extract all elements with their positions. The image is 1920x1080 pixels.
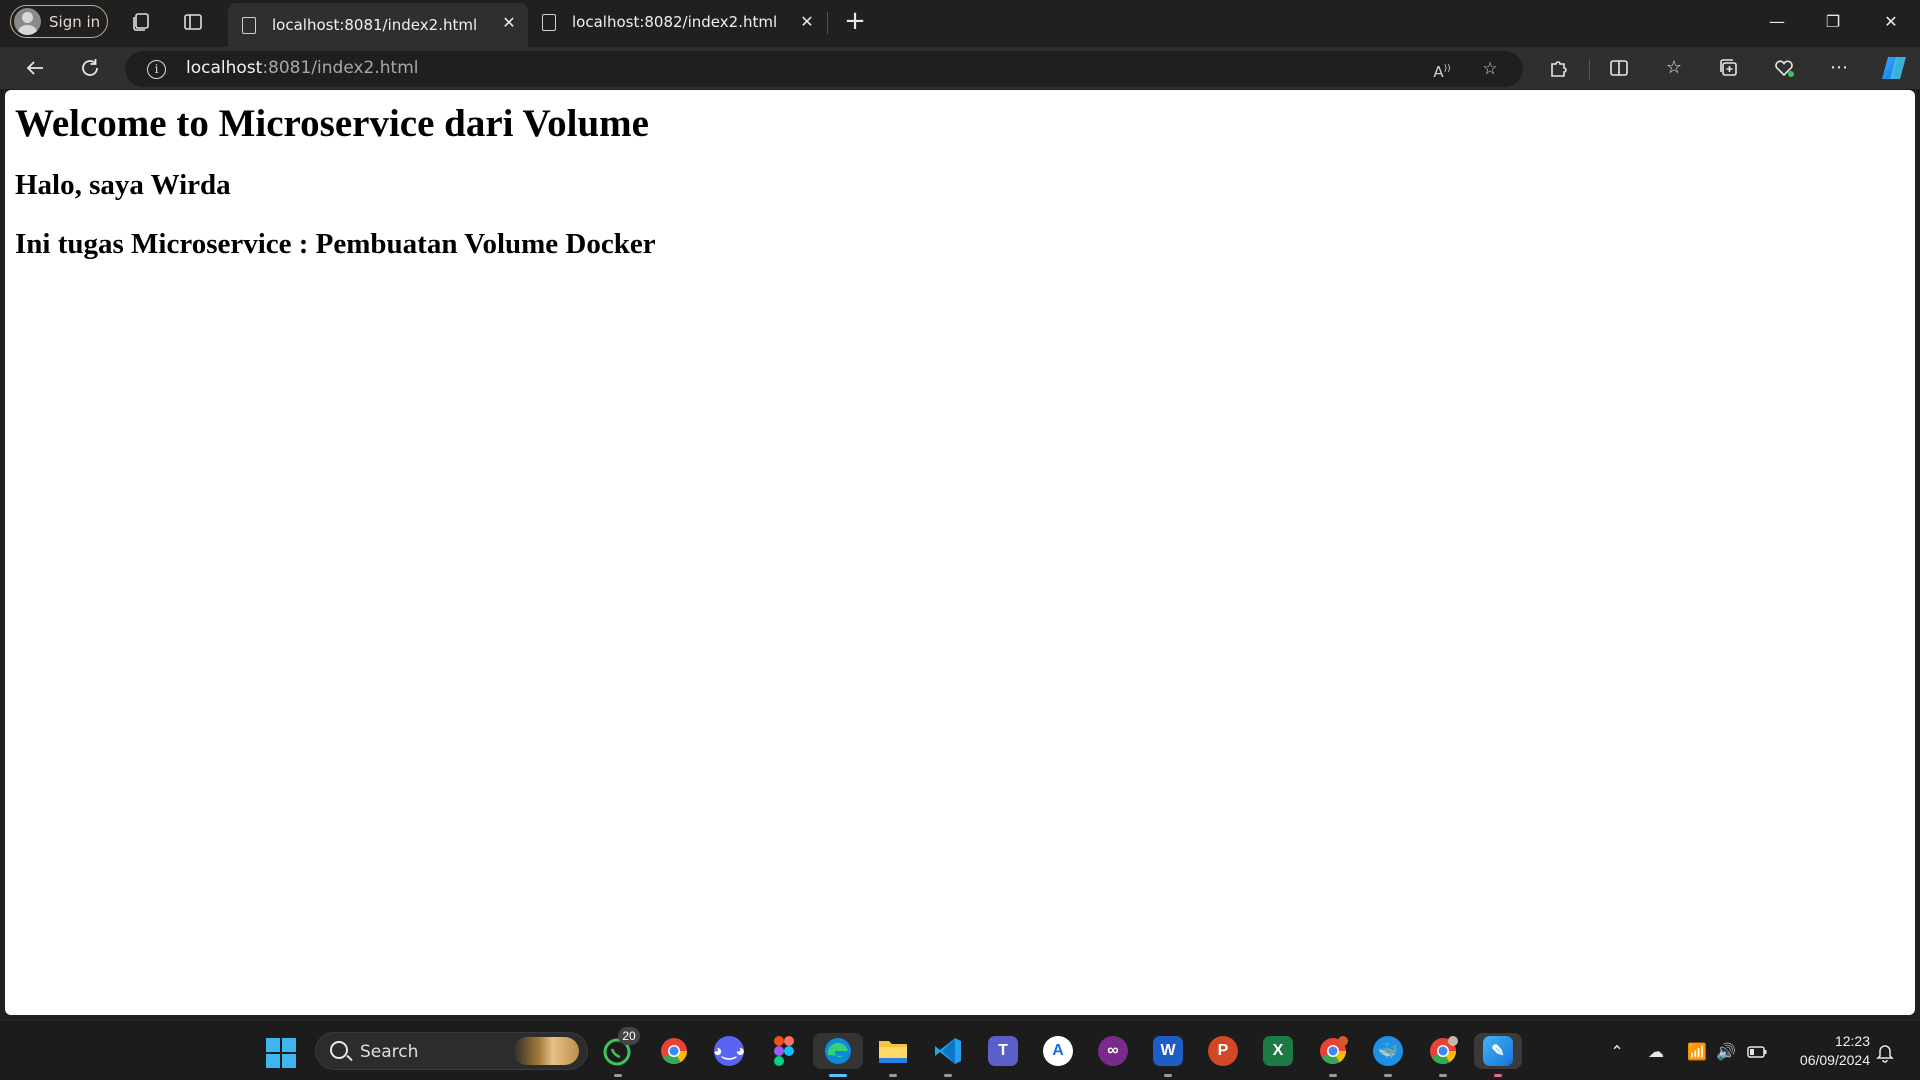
discord-icon[interactable]: ◕‿◕ [711,1033,747,1069]
back-arrow-icon[interactable] [22,55,48,81]
taskbar: Search 20 ◕‿◕ T A ∞ W P X 🐳 ✎ ⌃ ☁ 📶 🔊 12… [0,1020,1920,1080]
sign-in-label: Sign in [49,12,101,31]
tab-strip: Sign in localhost:8081/index2.html ✕ loc… [0,0,1920,47]
notification-bell-icon[interactable] [1874,1041,1896,1063]
running-indicator [1439,1074,1447,1077]
taskbar-search[interactable]: Search [315,1032,588,1070]
docker-icon[interactable]: 🐳 [1370,1033,1406,1069]
search-highlight-image [513,1037,579,1065]
volume-icon[interactable]: 🔊 [1715,1041,1737,1063]
system-clock[interactable]: 12:23 06/09/2024 [1800,1032,1870,1070]
refresh-icon[interactable] [77,55,103,81]
close-tab-icon[interactable]: ✕ [798,13,816,31]
search-label: Search [360,1042,419,1062]
split-screen-icon[interactable] [1606,55,1632,81]
tab-divider [827,12,828,34]
page-icon [542,13,556,31]
running-indicator [944,1074,952,1077]
restore-icon[interactable]: ❐ [1818,9,1848,35]
address-bar[interactable]: i localhost:8081/index2.html A)) ☆ [125,51,1523,87]
word-icon[interactable]: W [1150,1033,1186,1069]
chrome-profile-icon[interactable] [1315,1033,1351,1069]
more-icon[interactable]: ⋯ [1826,55,1852,81]
assignment-heading: Ini tugas Microservice : Pembuatan Volum… [15,228,656,260]
teams-icon[interactable]: T [985,1033,1021,1069]
powerpoint-icon[interactable]: P [1205,1033,1241,1069]
app-store-icon[interactable]: A [1040,1033,1076,1069]
extensions-icon[interactable] [1546,55,1572,81]
workspaces-icon[interactable] [129,10,153,34]
running-indicator [1164,1074,1172,1077]
search-icon [330,1041,348,1059]
profile-avatar-icon [14,8,41,35]
infinity-app-icon[interactable]: ∞ [1095,1033,1131,1069]
file-explorer-icon[interactable] [875,1033,911,1069]
heart-pulse-icon[interactable] [1771,55,1797,81]
running-indicator [889,1074,897,1077]
tab-title: localhost:8081/index2.html [272,16,478,34]
browser-toolbar: i localhost:8081/index2.html A)) ☆ ☆ ⋯ [0,47,1920,89]
tab-localhost-8082[interactable]: localhost:8082/index2.html ✕ [528,2,826,42]
windows-start-icon[interactable] [266,1038,296,1068]
edge-icon[interactable] [813,1033,863,1069]
clock-time: 12:23 [1834,1033,1870,1049]
new-tab-icon[interactable]: + [840,7,870,37]
sign-in-button[interactable]: Sign in [10,5,108,38]
paint-app-icon[interactable]: ✎ [1474,1033,1522,1069]
vscode-icon[interactable] [930,1033,966,1069]
chrome-icon[interactable] [656,1033,692,1069]
star-icon[interactable]: ☆ [1478,57,1502,81]
running-indicator [1494,1074,1502,1077]
battery-icon[interactable] [1746,1041,1768,1063]
chrome-profile-2-icon[interactable] [1425,1033,1461,1069]
excel-icon[interactable]: X [1260,1033,1296,1069]
address-url[interactable]: localhost:8081/index2.html [186,58,418,78]
favorites-icon[interactable]: ☆ [1661,55,1687,81]
minimize-icon[interactable]: — [1762,9,1792,35]
collections-icon[interactable] [1716,55,1742,81]
page-icon [242,16,256,34]
page-viewport: Welcome to Microservice dari Volume Halo… [5,90,1915,1015]
running-indicator [614,1074,622,1077]
whatsapp-badge: 20 [618,1027,640,1045]
toolbar-divider [1589,59,1590,79]
tab-localhost-8081[interactable]: localhost:8081/index2.html ✕ [228,3,528,47]
onedrive-icon[interactable]: ☁ [1645,1041,1667,1063]
site-info-icon[interactable]: i [147,60,166,79]
page-heading: Welcome to Microservice dari Volume [15,102,649,145]
running-indicator [1384,1074,1392,1077]
chevron-up-icon[interactable]: ⌃ [1606,1041,1628,1063]
clock-date: 06/09/2024 [1799,1052,1870,1068]
tab-title: localhost:8082/index2.html [572,13,778,31]
close-tab-icon[interactable]: ✕ [500,14,518,32]
figma-icon[interactable] [766,1033,802,1069]
close-window-icon[interactable]: ✕ [1876,9,1906,35]
wifi-icon[interactable]: 📶 [1686,1041,1708,1063]
copilot-icon[interactable] [1879,53,1909,83]
greeting-heading: Halo, saya Wirda [15,169,231,201]
running-indicator [1329,1074,1337,1077]
active-indicator [829,1074,847,1077]
tab-actions-icon[interactable] [181,10,205,34]
read-aloud-icon[interactable]: A)) [1430,57,1454,81]
